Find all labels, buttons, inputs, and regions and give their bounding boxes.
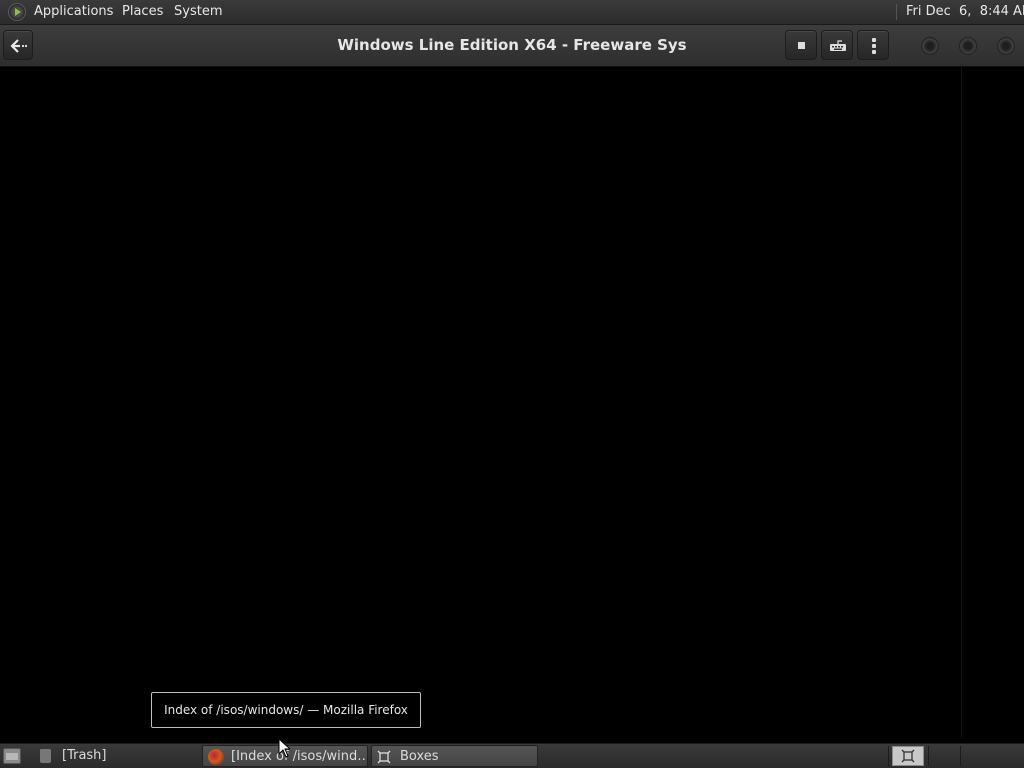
taskbar-item-trash[interactable]: [Trash]: [34, 745, 198, 767]
applications-logo-icon[interactable]: [8, 3, 26, 21]
back-arrow-icon: [10, 39, 28, 53]
boxes-icon: [377, 750, 391, 764]
firefox-icon: [208, 749, 224, 765]
window-title: Windows Line Edition X64 - Freeware Sys: [337, 36, 687, 54]
workspace-2[interactable]: [928, 746, 958, 766]
keyboard-icon: [830, 40, 846, 51]
taskbar-item-boxes[interactable]: Boxes: [371, 745, 538, 767]
workspace-3[interactable]: [960, 746, 990, 766]
clock[interactable]: Fri Dec 6, 8:44 AM: [906, 0, 1024, 24]
workspace-separator: [888, 746, 889, 767]
taskbar-tooltip: Index of /isos/windows/ — Mozilla Firefo…: [151, 692, 421, 728]
vm-display[interactable]: [0, 67, 1024, 743]
task-label: [Trash]: [62, 748, 107, 763]
workspace-window-icon: [901, 749, 915, 763]
task-label: Boxes: [400, 749, 439, 764]
menu-applications[interactable]: Applications: [34, 0, 113, 24]
panel-separator: [896, 4, 897, 20]
workspace-1[interactable]: [892, 746, 924, 766]
stop-button[interactable]: [785, 30, 817, 60]
minimize-window-button[interactable]: [921, 37, 939, 55]
trash-icon: [40, 749, 51, 763]
more-options-button[interactable]: [857, 30, 889, 60]
menu-places[interactable]: Places: [122, 0, 163, 24]
close-window-button[interactable]: [997, 37, 1015, 55]
send-keys-button[interactable]: [821, 30, 853, 60]
display-edge: [961, 67, 962, 737]
show-desktop-icon[interactable]: [3, 748, 21, 764]
mouse-cursor-icon: [278, 738, 290, 758]
back-button[interactable]: [3, 30, 33, 60]
menu-system[interactable]: System: [174, 0, 222, 24]
taskbar: [Trash] [Index of /isos/wind… Boxes: [0, 743, 1024, 768]
task-label: [Index of /isos/wind…: [231, 749, 368, 764]
maximize-window-button[interactable]: [959, 37, 977, 55]
top-panel: Applications Places System Fri Dec 6, 8:…: [0, 0, 1024, 25]
